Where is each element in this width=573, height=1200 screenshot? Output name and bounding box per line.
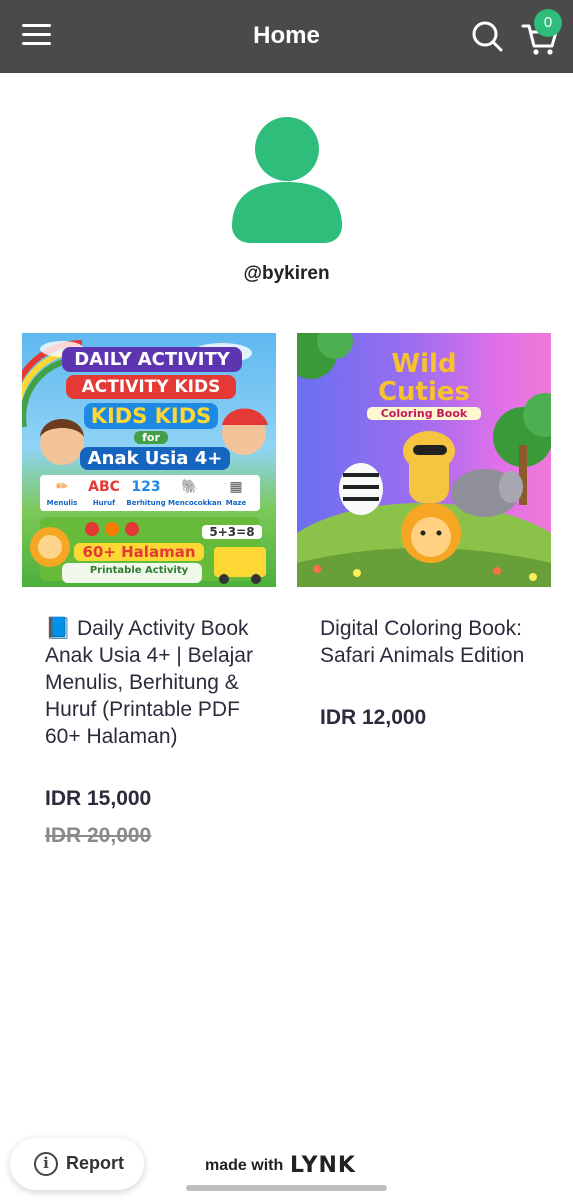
cover-line-3: KIDS KIDS [84,403,218,429]
report-button[interactable]: i Report [10,1138,144,1190]
cart-count-badge: 0 [534,9,562,37]
cover-banner-2: Printable Activity [89,565,189,576]
home-indicator [186,1185,387,1191]
product-price: IDR 15,000 [45,787,152,810]
cover-tile-label: Mencocokkan [168,499,222,507]
product-card[interactable]: Wild Cuties Coloring Book Digital Colori… [297,333,552,729]
cover-line-3: Coloring Book [367,407,481,420]
info-icon: i [34,1152,58,1176]
report-label: Report [66,1153,124,1173]
profile-username: @bykiren [243,263,330,284]
cover-tile-label: Berhitung [126,499,166,507]
lynk-logo[interactable]: LYNK [290,1152,370,1176]
product-image-coloring-book[interactable]: Wild Cuties Coloring Book [297,333,551,587]
cover-equation: 5+3=8 [202,525,262,539]
cover-tile-glyph: ✏ [56,479,68,495]
product-price: IDR 12,000 [320,706,427,729]
cover-tile-label: Huruf [92,499,116,507]
product-title[interactable]: 📘 Daily Activity Book Anak Usia 4+ | Bel… [45,615,275,750]
cover-tile-label: Menulis [46,499,78,507]
top-app-bar: Home 0 [0,0,573,73]
cover-line-2: ACTIVITY KIDS [66,375,236,399]
cover-line-5: Anak Usia 4+ [80,447,230,470]
cover-tile-glyph: ABC [88,479,120,495]
brand-text: LYNK [290,1153,356,1176]
cover-line-4: for [134,431,168,444]
made-with-text: made with [205,1157,284,1174]
cover-line-1: Wild [391,349,457,379]
avatar [232,117,342,243]
product-original-price: IDR 20,000 [45,824,152,847]
cover-banner-1: 60+ Halaman [74,543,204,561]
product-title[interactable]: Digital Coloring Book: Safari Animals Ed… [320,615,550,669]
product-image-activity-book[interactable]: DAILY ACTIVITY ACTIVITY KIDS KIDS KIDS f… [22,333,276,587]
product-card[interactable]: DAILY ACTIVITY ACTIVITY KIDS KIDS KIDS f… [22,333,277,847]
cover-line-2: Cuties [377,377,471,407]
cover-tile-glyph: ▦ [229,479,243,495]
hamburger-menu-icon[interactable] [22,22,52,48]
cover-tile-glyph: 123 [131,479,161,495]
cover-line-1: DAILY ACTIVITY [62,347,242,372]
cover-tile-glyph: 🐘 [181,479,199,495]
search-icon[interactable] [470,19,504,53]
cover-tile-label: Maze [225,499,247,507]
